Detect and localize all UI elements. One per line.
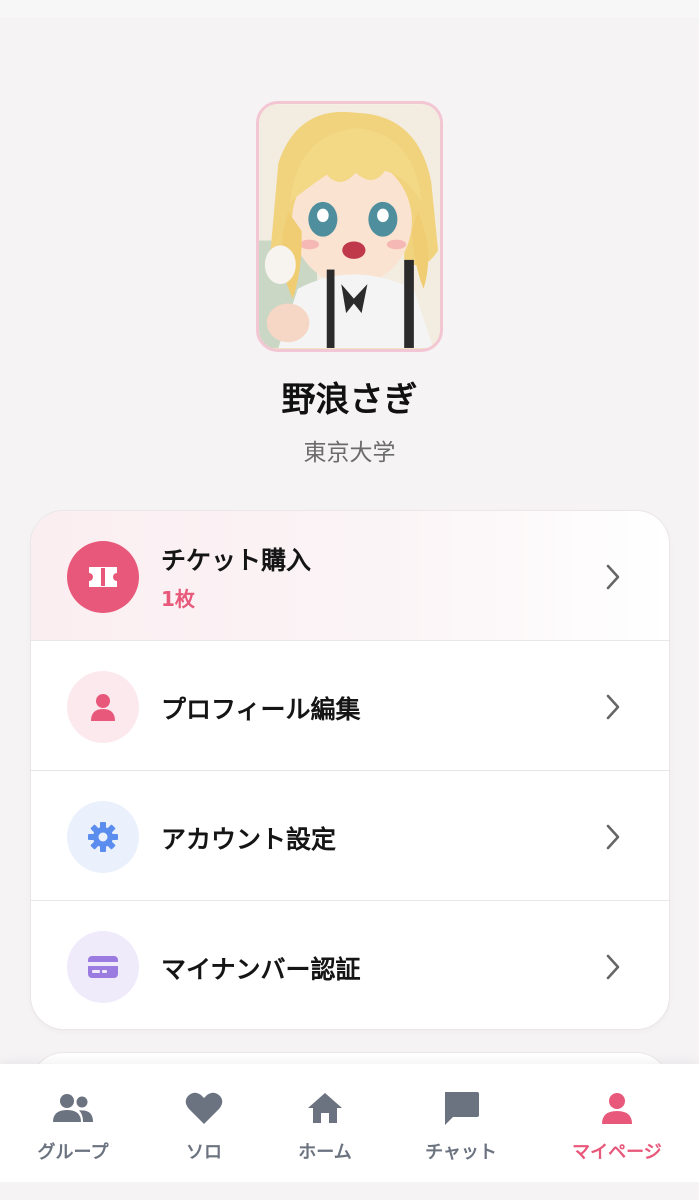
nav-label: ホーム [298,1142,352,1163]
user-school: 東京大学 [303,440,396,466]
group-icon [51,1088,95,1128]
nav-label: グループ [37,1142,109,1163]
menu-card: チケット購入 1枚 プロフィール編集 アカウント設定 マイナンバー認証 [30,510,670,1030]
menu-item-profile-edit[interactable]: プロフィール編集 [31,641,669,771]
nav-label: マイページ [572,1142,662,1163]
ticket-icon [67,541,139,613]
chevron-right-icon [606,824,620,850]
bottom-navigation: グループ ソロ ホーム チャット マイページ [0,1064,699,1182]
menu-item-ticket-purchase[interactable]: チケット購入 1枚 [31,511,669,641]
nav-tab-home[interactable]: ホーム [265,1064,385,1182]
profile-photo-illustration [259,105,440,348]
menu-item-label: アカウント設定 [161,825,337,854]
heart-icon [182,1088,226,1128]
chevron-right-icon [606,564,620,590]
user-name: 野浪さぎ [281,380,418,420]
nav-tab-group[interactable]: グループ [13,1064,133,1182]
person-icon [595,1088,639,1128]
menu-item-label: チケット購入 [161,546,312,575]
nav-label: チャット [425,1142,497,1163]
menu-item-account-settings[interactable]: アカウント設定 [31,771,669,901]
nav-tab-solo[interactable]: ソロ [144,1064,264,1182]
ticket-count: 1枚 [161,587,195,611]
nav-label: ソロ [186,1142,222,1163]
person-icon [67,671,139,743]
menu-item-label: マイナンバー認証 [161,955,361,984]
nav-tab-chat[interactable]: チャット [401,1064,521,1182]
gear-icon [67,801,139,873]
profile-avatar[interactable] [256,101,443,352]
status-area [0,0,699,18]
menu-item-my-number-verification[interactable]: マイナンバー認証 [31,901,669,1029]
chevron-right-icon [606,694,620,720]
home-indicator-area [0,1182,699,1200]
chat-icon [439,1088,483,1128]
chevron-right-icon [606,954,620,980]
nav-tab-mypage[interactable]: マイページ [557,1064,677,1182]
menu-item-label: プロフィール編集 [161,695,361,724]
home-icon [303,1088,347,1128]
card-icon [67,931,139,1003]
